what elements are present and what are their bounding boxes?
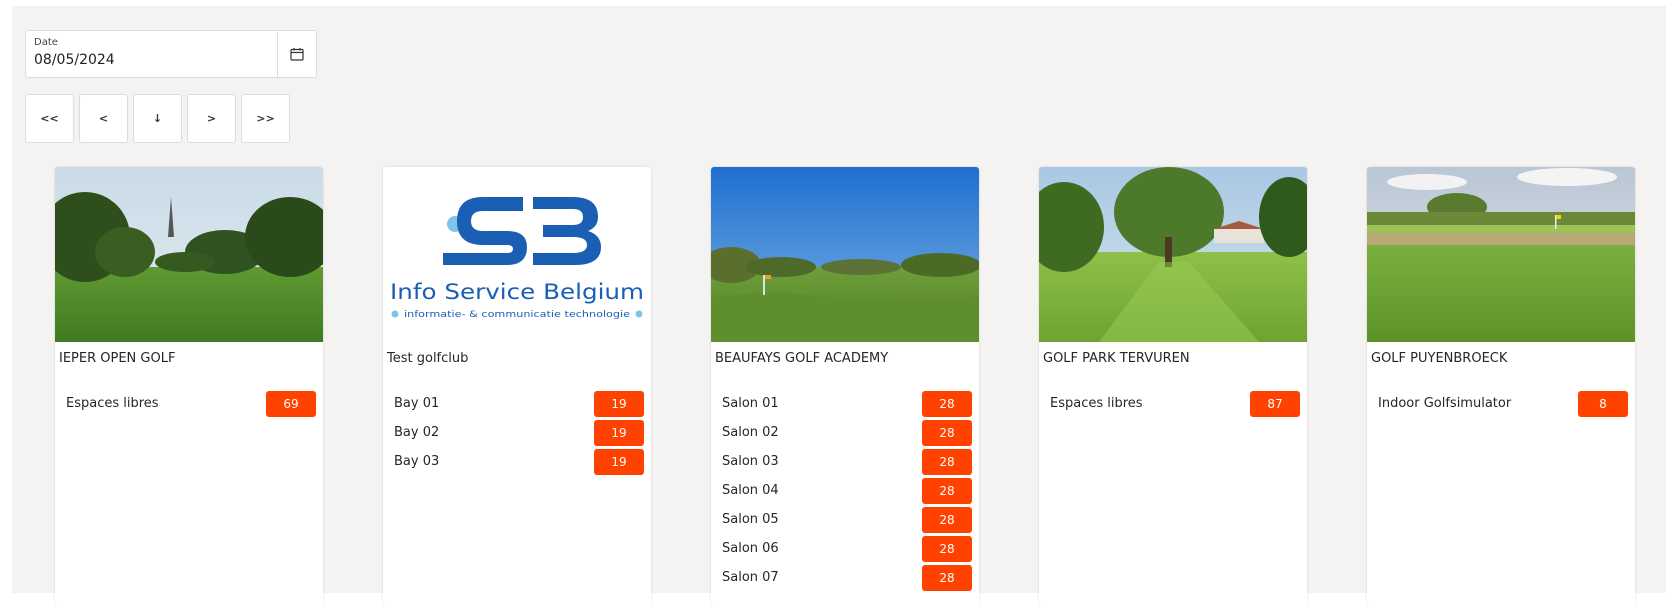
first-button[interactable]: << [25, 94, 74, 143]
logo-text: Info Service Belgium [390, 280, 644, 304]
resource-list: Espaces libres 87 [1039, 366, 1307, 418]
club-card[interactable]: GOLF PARK TERVUREN Espaces libres 87 [1039, 167, 1307, 607]
availability-badge[interactable]: 28 [922, 390, 972, 417]
availability-badge[interactable]: 19 [594, 390, 644, 417]
availability-badge[interactable]: 69 [266, 390, 316, 417]
availability-badge[interactable]: 28 [922, 419, 972, 446]
logo-tagline: informatie- & communicatie technologie [404, 310, 631, 320]
club-card[interactable]: Info Service Belgium informatie- & commu… [383, 167, 651, 607]
resource-name: Salon 02 [722, 425, 779, 440]
resource-name: Espaces libres [1050, 396, 1143, 411]
availability-badge[interactable]: 87 [1250, 390, 1300, 417]
club-card[interactable]: IEPER OPEN GOLF Espaces libres 69 [55, 167, 323, 607]
resource-name: Bay 03 [394, 454, 440, 469]
resource-list: Espaces libres 69 [55, 366, 323, 418]
resource-list: Indoor Golfsimulator 8 [1367, 366, 1635, 418]
resource-name: Salon 07 [722, 570, 779, 585]
date-field[interactable]: Date [25, 30, 317, 78]
resource-row[interactable]: Salon 02 28 [722, 418, 972, 447]
resource-name: Bay 02 [394, 425, 440, 440]
club-card[interactable]: BEAUFAYS GOLF ACADEMY Salon 01 28 Salon … [711, 167, 979, 607]
availability-badge[interactable]: 19 [594, 448, 644, 475]
date-navigation: << < ↓ > >> [25, 94, 290, 143]
resource-row[interactable]: Salon 01 28 [722, 389, 972, 418]
resource-row[interactable]: Bay 01 19 [394, 389, 644, 418]
resource-row[interactable]: Indoor Golfsimulator 8 [1378, 389, 1628, 418]
resource-row[interactable]: Salon 04 28 [722, 476, 972, 505]
club-title: BEAUFAYS GOLF ACADEMY [715, 351, 889, 366]
resource-name: Bay 01 [394, 396, 440, 411]
club-photo [55, 167, 323, 342]
resource-list: Salon 01 28 Salon 02 28 Salon 03 28 Salo… [711, 366, 979, 592]
date-label: Date [34, 37, 58, 48]
resource-name: Indoor Golfsimulator [1378, 396, 1512, 411]
last-button[interactable]: >> [241, 94, 290, 143]
resource-row[interactable]: Salon 03 28 [722, 447, 972, 476]
calendar-button[interactable] [277, 31, 316, 77]
availability-badge[interactable]: 28 [922, 535, 972, 562]
resource-row[interactable]: Bay 03 19 [394, 447, 644, 476]
availability-badge[interactable]: 28 [922, 448, 972, 475]
club-title: Test golfclub [387, 351, 469, 366]
resource-name: Salon 01 [722, 396, 779, 411]
previous-button[interactable]: < [79, 94, 128, 143]
club-title: GOLF PARK TERVUREN [1043, 351, 1190, 366]
date-input[interactable] [34, 52, 234, 68]
calendar-icon [290, 48, 304, 61]
page-background: Date << < ↓ > >> [12, 6, 1666, 607]
availability-badge[interactable]: 28 [922, 506, 972, 533]
availability-badge[interactable]: 8 [1578, 390, 1628, 417]
resource-name: Salon 04 [722, 483, 779, 498]
resource-row[interactable]: Salon 06 28 [722, 534, 972, 563]
resource-row[interactable]: Bay 02 19 [394, 418, 644, 447]
club-title: GOLF PUYENBROECK [1371, 351, 1508, 366]
club-photo [711, 167, 979, 342]
club-photo [1367, 167, 1635, 342]
resource-row[interactable]: Salon 07 28 [722, 563, 972, 592]
resource-row[interactable]: Espaces libres 69 [66, 389, 316, 418]
resource-name: Salon 06 [722, 541, 779, 556]
availability-badge[interactable]: 28 [922, 477, 972, 504]
club-cards: IEPER OPEN GOLF Espaces libres 69 Info S… [55, 167, 1655, 607]
availability-badge[interactable]: 28 [922, 564, 972, 591]
availability-badge[interactable]: 19 [594, 419, 644, 446]
resource-row[interactable]: Espaces libres 87 [1050, 389, 1300, 418]
resource-name: Salon 05 [722, 512, 779, 527]
club-title: IEPER OPEN GOLF [59, 351, 176, 366]
club-logo: Info Service Belgium informatie- & commu… [383, 167, 651, 342]
club-card[interactable]: GOLF PUYENBROECK Indoor Golfsimulator 8 [1367, 167, 1635, 607]
today-button[interactable]: ↓ [133, 94, 182, 143]
resource-name: Espaces libres [66, 396, 159, 411]
next-button[interactable]: > [187, 94, 236, 143]
resource-list: Bay 01 19 Bay 02 19 Bay 03 19 [383, 366, 651, 476]
resource-name: Salon 03 [722, 454, 779, 469]
club-photo [1039, 167, 1307, 342]
resource-row[interactable]: Salon 05 28 [722, 505, 972, 534]
